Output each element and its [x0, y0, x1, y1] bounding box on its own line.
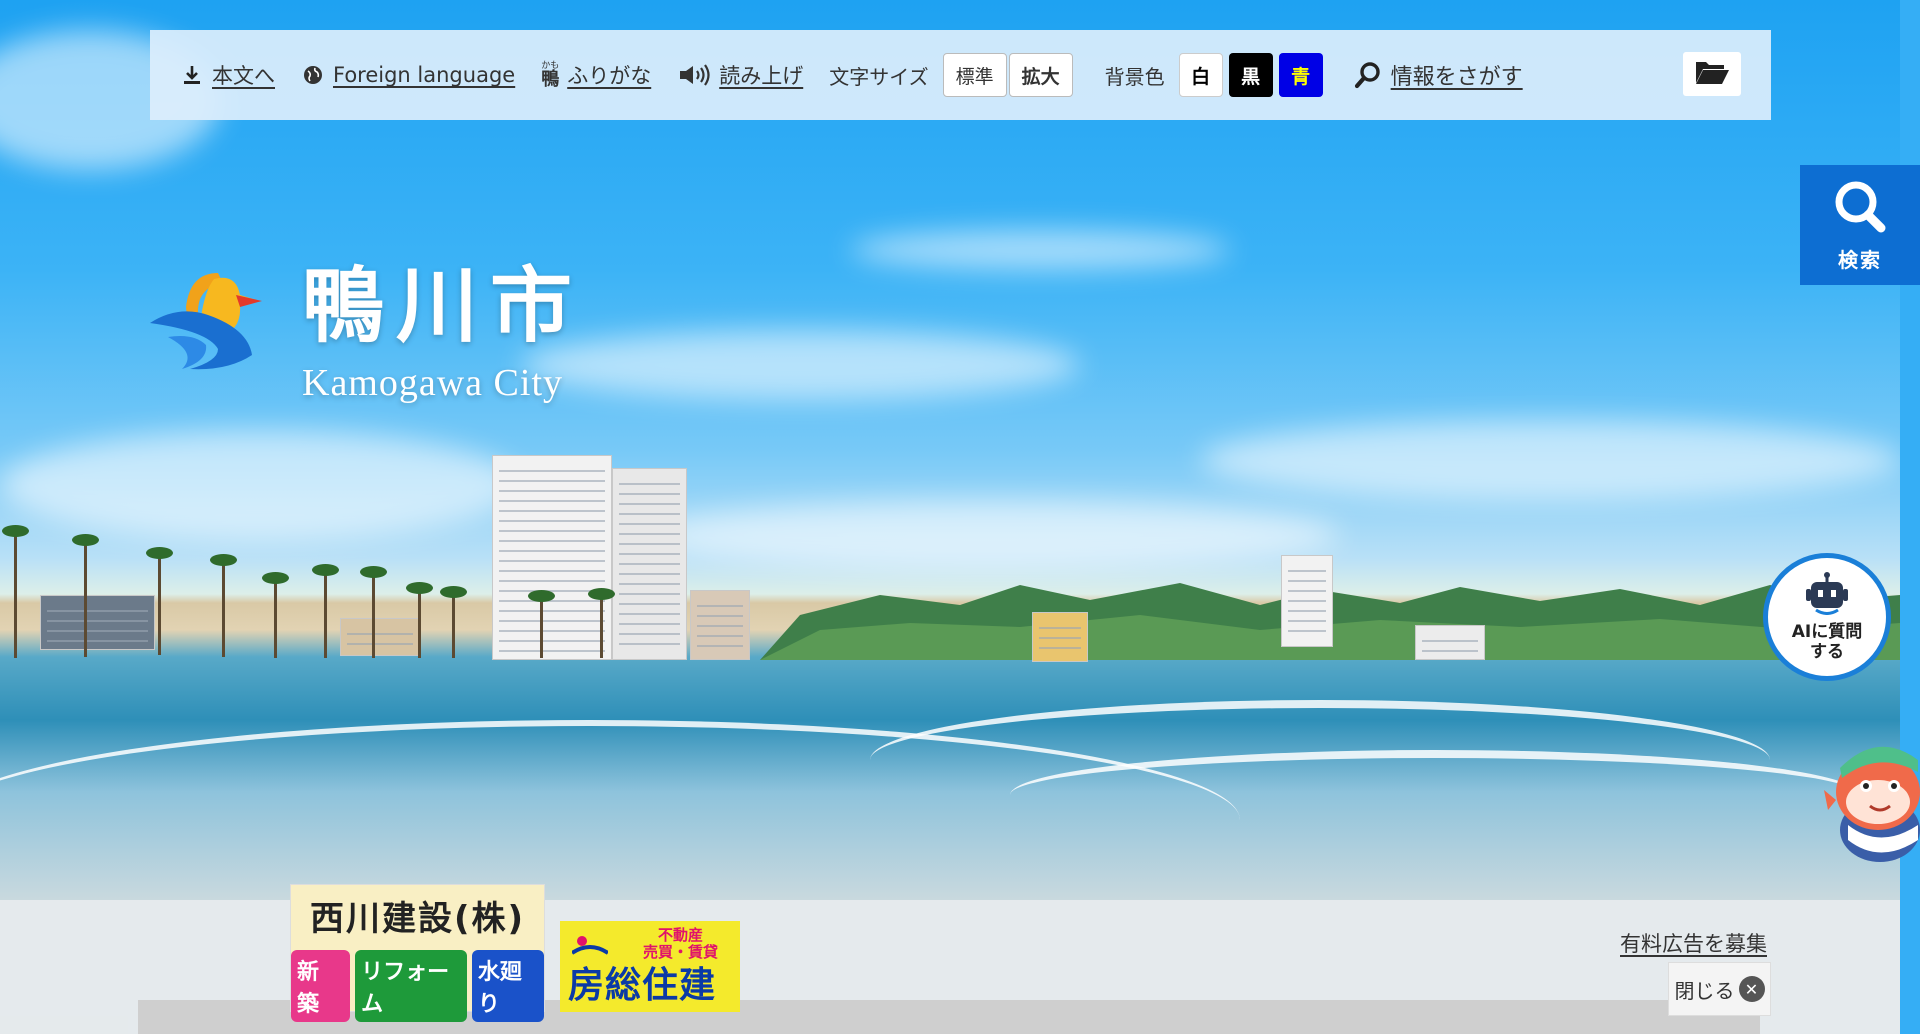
text-size-group: 標準 拡大 — [942, 53, 1075, 97]
furigana-label: ふりがな — [567, 64, 652, 88]
folder-button[interactable] — [1683, 52, 1741, 96]
read-aloud-link[interactable]: 読み上げ — [677, 60, 803, 90]
bg-color-label: 背景色 — [1104, 64, 1165, 89]
speaker-icon — [677, 63, 711, 87]
close-ads-button[interactable]: 閉じる ✕ — [1668, 962, 1771, 1016]
skip-label: 本文へ — [212, 64, 275, 88]
kamogawa-emblem-icon — [148, 265, 266, 379]
ad2-sub-line1: 不動産 — [657, 926, 703, 944]
read-aloud-label: 読み上げ — [719, 64, 804, 88]
ad1-tag-reform: リフォーム — [355, 950, 467, 1022]
site-logo[interactable]: 鴨川市 Kamogawa City — [148, 265, 584, 405]
bg-blue-button[interactable]: 青 — [1278, 53, 1323, 97]
ad1-tag-mizumawari: 水廻り — [471, 950, 544, 1022]
paid-ad-recruit-link[interactable]: 有料広告を募集 — [1620, 928, 1767, 958]
skip-to-content-link[interactable]: 本文へ — [180, 60, 275, 90]
ad-nishikawa-kensetsu[interactable]: 西川建設(株) 新 築 リフォーム 水廻り — [290, 884, 545, 1022]
ad-boso-juken[interactable]: 不動産 売買・賃貸 房総住建 — [560, 921, 740, 1012]
close-icon: ✕ — [1738, 976, 1765, 1002]
foreign-language-link[interactable]: Foreign language — [301, 63, 515, 87]
search-icon — [1831, 178, 1889, 238]
robot-icon — [1804, 571, 1850, 619]
globe-icon — [301, 63, 325, 87]
utility-bar: 本文へ Foreign language かも鴨 ふりがな 読み上げ 文字サイズ… — [150, 30, 1771, 120]
ai-chat-label-2: する — [1809, 642, 1844, 662]
close-label: 閉じる — [1674, 978, 1735, 1003]
text-size-standard-button[interactable]: 標準 — [942, 53, 1007, 97]
furigana-icon: かも鴨 — [541, 60, 560, 90]
ai-chat-button[interactable]: AIに質問 する — [1763, 553, 1891, 681]
logo-name-ja: 鴨川市 — [302, 258, 585, 354]
ai-chat-label-1: AIに質問 — [1791, 622, 1863, 643]
text-size-large-button[interactable]: 拡大 — [1008, 53, 1073, 97]
side-search-button[interactable]: 検索 — [1800, 165, 1920, 285]
furigana-link[interactable]: かも鴨 ふりがな — [541, 60, 651, 90]
logo-name-en: Kamogawa City — [302, 362, 564, 404]
ad1-company-name: 西川建設(株) — [309, 899, 526, 939]
folder-icon — [1694, 58, 1730, 90]
bg-black-button[interactable]: 黒 — [1228, 53, 1273, 97]
search-icon — [1353, 60, 1383, 90]
bg-white-button[interactable]: 白 — [1178, 53, 1223, 97]
download-icon — [180, 63, 204, 87]
mascot-character[interactable] — [1818, 730, 1920, 865]
text-size-label: 文字サイズ — [829, 64, 929, 89]
ad1-tag-shinchiku: 新 築 — [291, 950, 351, 1022]
side-search-label: 検索 — [1838, 247, 1882, 272]
find-info-link[interactable]: 情報をさがす — [1353, 59, 1523, 91]
ad2-company-name: 房総住建 — [568, 965, 717, 1006]
hero-image — [0, 0, 1900, 900]
foreign-language-label: Foreign language — [333, 63, 516, 87]
find-info-label: 情報をさがす — [1390, 65, 1523, 90]
